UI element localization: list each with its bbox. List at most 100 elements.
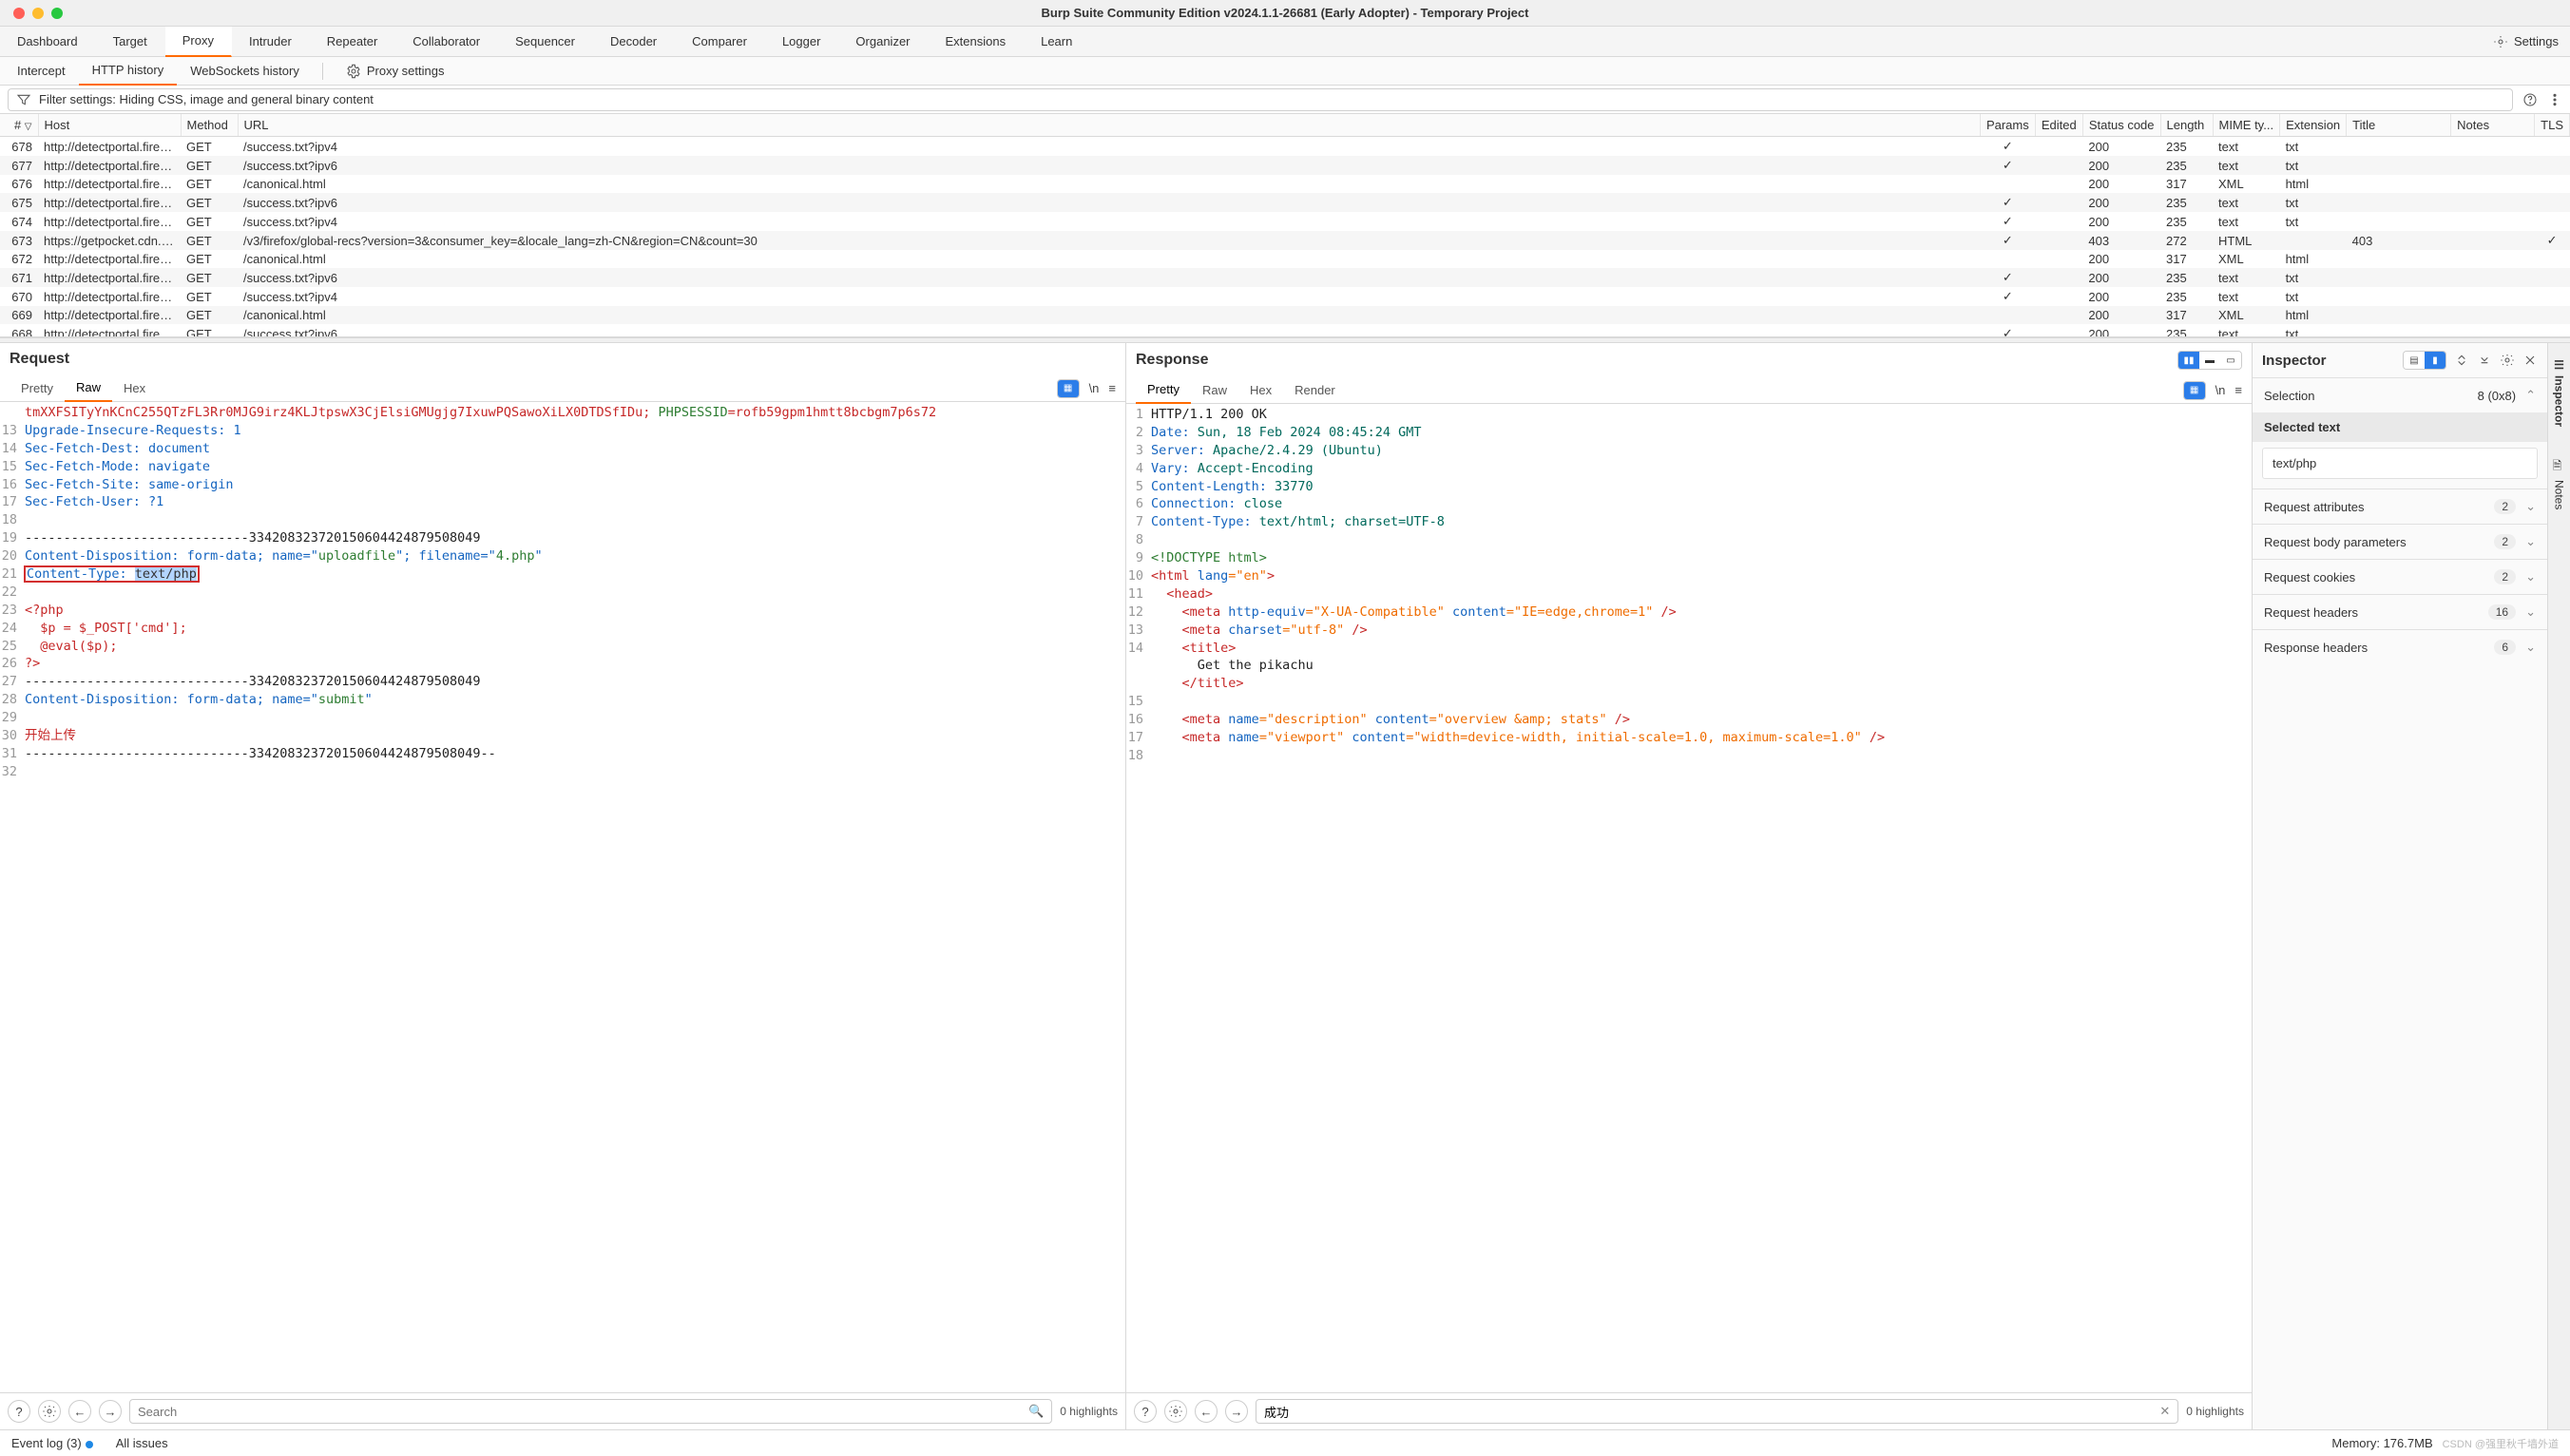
search-icon: 🔍	[1028, 1404, 1044, 1419]
help-button[interactable]: ?	[8, 1400, 30, 1423]
inspector-section[interactable]: Request headers16⌄	[2253, 595, 2547, 629]
inspector-section[interactable]: Request body parameters2⌄	[2253, 525, 2547, 559]
close-window-button[interactable]	[13, 8, 25, 19]
table-row[interactable]: 669http://detectportal.firefox...GET/can…	[0, 306, 2570, 324]
table-row[interactable]: 678http://detectportal.firefox...GET/suc…	[0, 137, 2570, 157]
settings-button[interactable]	[1164, 1400, 1187, 1423]
tab-intruder[interactable]: Intruder	[232, 27, 310, 57]
menu-icon[interactable]: ≡	[2234, 383, 2242, 397]
editor-tab-hex[interactable]: Hex	[112, 375, 157, 402]
next-match-button[interactable]: →	[1225, 1400, 1248, 1423]
table-row[interactable]: 670http://detectportal.firefox...GET/suc…	[0, 287, 2570, 306]
column-header[interactable]: Length	[2160, 114, 2213, 137]
editor-tab-raw[interactable]: Raw	[65, 375, 112, 402]
column-header[interactable]: MIME ty...	[2213, 114, 2280, 137]
subtab-websockets-history[interactable]: WebSockets history	[177, 57, 313, 86]
menu-icon[interactable]: ≡	[1108, 381, 1116, 395]
table-row[interactable]: 677http://detectportal.firefox...GET/suc…	[0, 156, 2570, 175]
next-match-button[interactable]: →	[99, 1400, 122, 1423]
settings-button[interactable]	[38, 1400, 61, 1423]
request-search-input[interactable]: 🔍	[129, 1399, 1052, 1424]
minimize-window-button[interactable]	[32, 8, 44, 19]
subtab-http-history[interactable]: HTTP history	[79, 57, 178, 86]
gear-icon	[2493, 34, 2508, 49]
tab-target[interactable]: Target	[96, 27, 165, 57]
column-header[interactable]: Title	[2347, 114, 2451, 137]
editor-tab-pretty[interactable]: Pretty	[10, 375, 65, 402]
tab-sequencer[interactable]: Sequencer	[498, 27, 593, 57]
table-row[interactable]: 668http://detectportal.firefox...GET/suc…	[0, 324, 2570, 337]
gear-icon[interactable]	[2500, 353, 2515, 368]
close-icon[interactable]	[2522, 353, 2538, 368]
column-header[interactable]: Host	[38, 114, 181, 137]
table-row[interactable]: 672http://detectportal.firefox...GET/can…	[0, 250, 2570, 268]
prev-match-button[interactable]: ←	[68, 1400, 91, 1423]
clear-icon[interactable]: ✕	[2159, 1404, 2170, 1419]
tab-collaborator[interactable]: Collaborator	[395, 27, 498, 57]
newline-toggle[interactable]: \n	[1089, 381, 1100, 395]
response-editor[interactable]: 1HTTP/1.1 200 OK 2Date: Sun, 18 Feb 2024…	[1126, 404, 2252, 1392]
selected-text-value: text/php	[2262, 448, 2538, 479]
filter-settings-button[interactable]: Filter settings: Hiding CSS, image and g…	[8, 88, 2513, 111]
inspector-selection-row[interactable]: Selection 8 (0x8) ⌃	[2253, 378, 2547, 412]
response-view-toggle[interactable]: ▦	[2183, 381, 2206, 400]
column-header[interactable]: TLS	[2535, 114, 2570, 137]
response-title: Response	[1136, 352, 1208, 369]
column-header[interactable]: URL	[238, 114, 1980, 137]
subtab-intercept[interactable]: Intercept	[4, 57, 79, 86]
inspector-section[interactable]: Response headers6⌄	[2253, 630, 2547, 664]
table-row[interactable]: 671http://detectportal.firefox...GET/suc…	[0, 268, 2570, 287]
tab-learn[interactable]: Learn	[1024, 27, 1090, 57]
side-tab-inspector[interactable]: ☰Inspector	[2553, 353, 2566, 432]
column-header[interactable]: Edited	[2035, 114, 2082, 137]
proxy-settings-link[interactable]: Proxy settings	[333, 57, 458, 86]
chevron-up-icon: ⌃	[2525, 388, 2536, 403]
table-row[interactable]: 676http://detectportal.firefox...GET/can…	[0, 175, 2570, 193]
inspector-section[interactable]: Request cookies2⌄	[2253, 560, 2547, 594]
table-row[interactable]: 674http://detectportal.firefox...GET/suc…	[0, 212, 2570, 231]
tab-proxy[interactable]: Proxy	[165, 27, 232, 57]
help-button[interactable]: ?	[1134, 1400, 1157, 1423]
column-header[interactable]: Extension	[2280, 114, 2347, 137]
chevron-down-icon: ⌄	[2525, 604, 2536, 620]
tab-logger[interactable]: Logger	[765, 27, 838, 57]
watermark: CSDN @强里秋千墙外道	[2443, 1436, 2559, 1451]
tab-comparer[interactable]: Comparer	[675, 27, 765, 57]
settings-label[interactable]: Settings	[2514, 34, 2559, 48]
tab-decoder[interactable]: Decoder	[593, 27, 675, 57]
column-header[interactable]: # ▽	[0, 114, 38, 137]
tab-extensions[interactable]: Extensions	[929, 27, 1025, 57]
column-header[interactable]: Status code	[2082, 114, 2160, 137]
column-header[interactable]: Params	[1980, 114, 2035, 137]
tab-dashboard[interactable]: Dashboard	[0, 27, 96, 57]
layout-toggle[interactable]: ▮▮▬▭	[2177, 351, 2242, 370]
editor-tab-hex[interactable]: Hex	[1238, 377, 1283, 404]
column-header[interactable]: Method	[181, 114, 238, 137]
response-search-input[interactable]: ✕	[1256, 1399, 2178, 1424]
editor-tab-raw[interactable]: Raw	[1191, 377, 1238, 404]
request-editor[interactable]: tmXXFSITyYnKCnC255QTzFL3Rr0MJG9irz4KLJtp…	[0, 402, 1125, 1392]
expand-icon[interactable]	[2454, 353, 2469, 368]
newline-toggle[interactable]: \n	[2215, 383, 2226, 397]
http-history-table[interactable]: # ▽HostMethodURLParamsEditedStatus codeL…	[0, 114, 2570, 337]
proxy-subtabs: InterceptHTTP historyWebSockets history …	[0, 57, 2570, 86]
more-icon[interactable]	[2547, 92, 2562, 107]
editor-tab-pretty[interactable]: Pretty	[1136, 377, 1191, 404]
selected-text-header: Selected text	[2253, 412, 2547, 442]
editor-tab-render[interactable]: Render	[1283, 377, 1347, 404]
tab-organizer[interactable]: Organizer	[838, 27, 928, 57]
collapse-icon[interactable]	[2477, 353, 2492, 368]
inspector-layout-toggle[interactable]: ▤▮	[2403, 351, 2446, 370]
help-icon[interactable]	[2522, 92, 2538, 107]
table-row[interactable]: 673https://getpocket.cdn.m...GET/v3/fire…	[0, 231, 2570, 250]
all-issues-link[interactable]: All issues	[116, 1436, 168, 1450]
request-view-toggle[interactable]: ▦	[1057, 379, 1080, 398]
inspector-section[interactable]: Request attributes2⌄	[2253, 489, 2547, 524]
event-log-link[interactable]: Event log (3)	[11, 1436, 93, 1450]
prev-match-button[interactable]: ←	[1195, 1400, 1218, 1423]
column-header[interactable]: Notes	[2451, 114, 2535, 137]
maximize-window-button[interactable]	[51, 8, 63, 19]
side-tab-notes[interactable]: 🗎Notes	[2549, 451, 2569, 516]
table-row[interactable]: 675http://detectportal.firefox...GET/suc…	[0, 193, 2570, 212]
tab-repeater[interactable]: Repeater	[310, 27, 395, 57]
